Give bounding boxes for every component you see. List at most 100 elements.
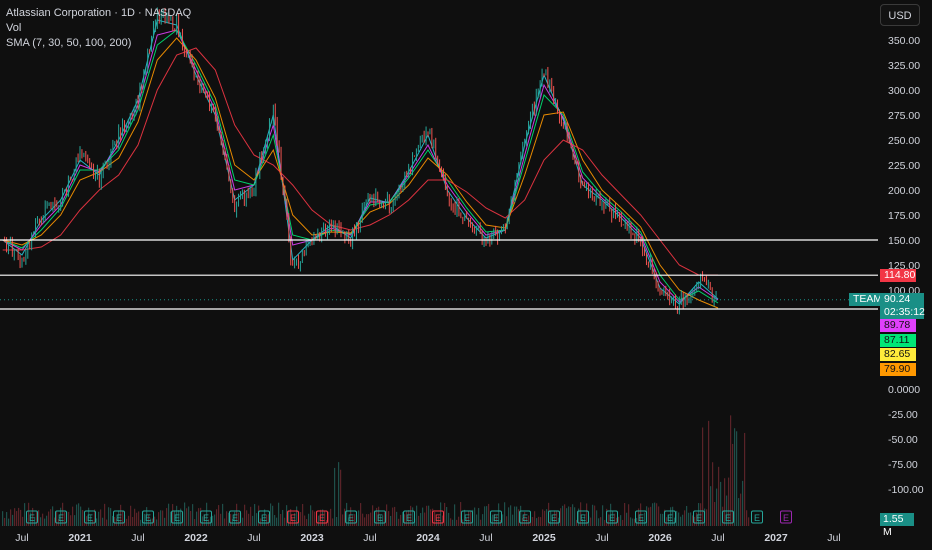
volume-bar (52, 506, 54, 526)
volume-bar (544, 510, 546, 526)
price-axis-tick: 175.00 (888, 210, 920, 222)
volume-bar (44, 518, 46, 526)
time-axis-tick: Jul (711, 532, 724, 544)
volume-bar (734, 428, 736, 526)
volume-bar (452, 519, 454, 526)
volume-bar (214, 514, 216, 526)
volume-bar (354, 514, 356, 526)
volume-bar (676, 510, 678, 526)
volume-bar (482, 514, 484, 526)
time-axis-tick: Jul (247, 532, 260, 544)
price-axis-tick: 225.00 (888, 160, 920, 172)
earnings-marker-label: E (261, 513, 267, 523)
volume-bar (400, 514, 402, 526)
time-axis-tick: Jul (363, 532, 376, 544)
volume-bar (98, 511, 100, 526)
volume-bar (748, 517, 750, 526)
volume-bar (368, 514, 370, 526)
volume-bar (592, 504, 594, 526)
volume-axis-tick: 0.0000 (888, 384, 920, 396)
volume-bar (164, 517, 166, 526)
volume-axis-tick: -100.00 (888, 484, 924, 496)
volume-bar (340, 469, 342, 526)
price-axis-tick: 325.00 (888, 60, 920, 72)
price-scale-tag: 87.11 (880, 333, 916, 347)
volume-bar (342, 514, 344, 526)
earnings-marker-label: E (203, 513, 209, 523)
volume-bar (238, 512, 240, 526)
volume-bar (122, 511, 124, 526)
volume-bar (188, 506, 190, 526)
volume-bar (706, 509, 708, 526)
volume-bar (618, 516, 620, 526)
volume-value-tag: 1.55 M (880, 513, 914, 538)
volume-bar (396, 511, 398, 526)
volume-bar (532, 516, 534, 526)
volume-bar (282, 509, 284, 526)
volume-bar (272, 505, 274, 526)
last-price-label: 90.24 02:35:12 (880, 293, 925, 319)
time-axis-tick: 2022 (184, 532, 208, 544)
volume-bar (70, 515, 72, 526)
volume-bar (130, 505, 132, 526)
volume-bar (218, 505, 220, 526)
symbol-title[interactable]: Atlassian Corporation · 1D · NASDAQ (6, 6, 191, 21)
volume-bar (486, 506, 488, 526)
price-chart[interactable]: 350.00 325.00 300.00 275.00 250.00 225.00 200.… (0, 0, 932, 550)
volume-bar (644, 512, 646, 526)
volume-bar (746, 510, 748, 526)
sma-line (2, 47, 718, 276)
volume-bar (50, 509, 52, 526)
volume-bar (470, 511, 472, 526)
volume-bar (246, 510, 248, 526)
volume-bar (598, 518, 600, 526)
time-axis-tick: Jul (15, 532, 28, 544)
volume-bar (158, 512, 160, 526)
volume-bar (488, 503, 490, 526)
volume-bar (16, 511, 18, 526)
volume-bar (140, 519, 142, 526)
volume-bar (564, 504, 566, 526)
volume-bar (226, 511, 228, 526)
volume-bar (474, 507, 476, 526)
volume-indicator-label[interactable]: Vol (6, 21, 191, 36)
time-axis-tick: 2024 (416, 532, 440, 544)
volume-bar (476, 514, 478, 526)
earnings-marker-label: E (667, 513, 673, 523)
volume-bar (716, 488, 718, 526)
volume-bar (304, 515, 306, 526)
volume-bar (650, 506, 652, 526)
volume-bar (528, 515, 530, 526)
volume-bar (334, 467, 336, 526)
volume-bar (336, 516, 338, 526)
volume-bar (388, 511, 390, 526)
volume-bar (536, 518, 538, 526)
volume-bar (708, 420, 710, 526)
volume-axis-tick: -75.00 (888, 459, 918, 471)
sma-indicator-label[interactable]: SMA (7, 30, 50, 100, 200) (6, 36, 191, 51)
time-axis-tick: 2026 (648, 532, 672, 544)
volume-bar (76, 504, 78, 526)
volume-bar (250, 506, 252, 526)
volume-bar (562, 505, 564, 526)
volume-bar (534, 511, 536, 526)
volume-bar (284, 517, 286, 526)
volume-bar (570, 507, 572, 526)
volume-bar (78, 503, 80, 526)
currency-button[interactable]: USD (880, 4, 920, 26)
volume-bar (156, 519, 158, 526)
volume-bar (662, 513, 664, 526)
volume-bar (248, 513, 250, 526)
volume-bar (222, 503, 224, 526)
volume-bar (38, 510, 40, 526)
earnings-marker-label: E (493, 513, 499, 523)
volume-bar (478, 508, 480, 526)
volume-bar (622, 519, 624, 526)
volume-bar (372, 505, 374, 526)
volume-bar (166, 508, 168, 526)
price-axis-tick: 300.00 (888, 85, 920, 97)
earnings-marker-label: E (319, 513, 325, 523)
volume-bar (738, 498, 740, 526)
volume-bar (110, 508, 112, 526)
volume-bar (736, 431, 738, 526)
